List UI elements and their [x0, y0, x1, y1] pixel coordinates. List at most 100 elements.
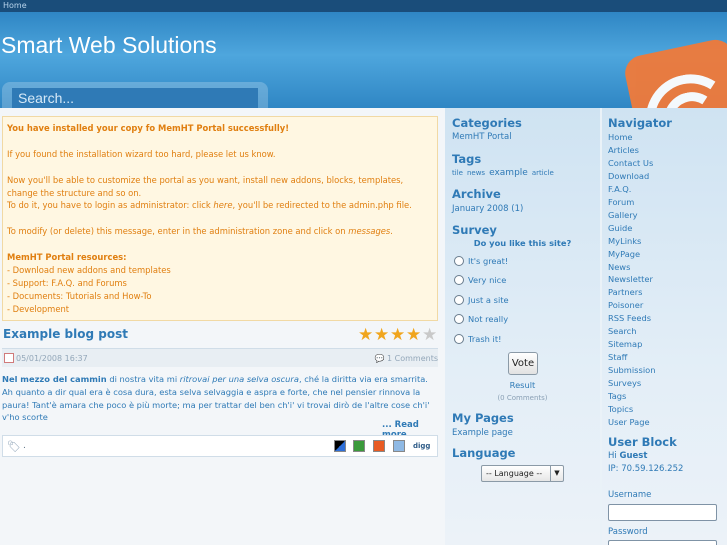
categories-title: Categories	[452, 116, 522, 130]
archive-title: Archive	[452, 187, 501, 201]
tag-list: .	[23, 441, 26, 451]
nav-item-sitemap[interactable]: Sitemap	[608, 338, 655, 351]
navigator-list: Home Articles Contact Us Download F.A.Q.…	[608, 131, 655, 429]
nav-item-user-page[interactable]: User Page	[608, 416, 655, 429]
post-date: 05/01/2008 16:37	[16, 354, 88, 363]
survey-radio[interactable]	[454, 295, 464, 305]
nav-item-submission[interactable]: Submission	[608, 364, 655, 377]
middle-sidebar: Categories MemHT Portal Tags tile news exa…	[445, 108, 600, 545]
tags-title: Tags	[452, 152, 482, 166]
survey-radio[interactable]	[454, 256, 464, 266]
survey-radio[interactable]	[454, 314, 464, 324]
tag-link[interactable]: article	[532, 169, 554, 177]
nav-item-newsletter[interactable]: Newsletter	[608, 273, 655, 286]
site-header: Smart Web Solutions	[0, 12, 727, 108]
nav-item-poisoner[interactable]: Poisoner	[608, 299, 655, 312]
nav-item-surveys[interactable]: Surveys	[608, 377, 655, 390]
nav-item-rss-feeds[interactable]: RSS Feeds	[608, 312, 655, 325]
survey-comments[interactable]: (0 Comments)	[445, 394, 600, 402]
nav-item-contact-us[interactable]: Contact Us	[608, 157, 655, 170]
nav-item-home[interactable]: Home	[608, 131, 655, 144]
star-icon[interactable]: ★	[374, 327, 389, 344]
star-icon[interactable]: ★	[422, 327, 437, 344]
resource-link[interactable]: - Support: F.A.Q. and Forums	[7, 277, 433, 290]
language-selected: -- Language --	[486, 469, 543, 478]
survey-option-label: Not really	[468, 314, 509, 324]
archive-link[interactable]: January 2008 (1)	[452, 204, 523, 214]
mypage-link[interactable]: Example page	[452, 428, 513, 438]
delicious-icon[interactable]	[333, 440, 346, 452]
calendar-icon	[4, 353, 14, 363]
search-input[interactable]	[12, 88, 258, 108]
nav-item-topics[interactable]: Topics	[608, 403, 655, 416]
survey-radio[interactable]	[454, 275, 464, 285]
user-ip: IP: 70.59.126.252	[608, 464, 684, 474]
post-meta: 05/01/2008 16:37 💬 1 Comments	[2, 348, 438, 367]
nav-item-tags[interactable]: Tags	[608, 390, 655, 403]
home-link[interactable]: Home	[0, 1, 27, 10]
nav-item-staff[interactable]: Staff	[608, 351, 655, 364]
post-tags-bar: 🏷 . digg	[2, 435, 438, 457]
password-label: Password	[608, 527, 648, 537]
survey-result-link[interactable]: Result	[445, 380, 600, 390]
share-icon[interactable]	[353, 440, 366, 452]
top-bar: Home	[0, 0, 727, 12]
category-link[interactable]: MemHT Portal	[452, 132, 512, 142]
navigator-title: Navigator	[608, 116, 672, 130]
survey-question: Do you like this site?	[473, 238, 572, 248]
password-field[interactable]	[608, 540, 717, 545]
tag-cloud: tile news example article	[452, 168, 558, 178]
nav-item-forum[interactable]: Forum	[608, 196, 655, 209]
tag-link[interactable]: example	[489, 168, 528, 178]
star-icon[interactable]: ★	[406, 327, 421, 344]
rss-logo-icon	[621, 36, 727, 108]
star-icon[interactable]: ★	[358, 327, 373, 344]
nav-item-search[interactable]: Search	[608, 325, 655, 338]
tag-link[interactable]: tile	[452, 169, 463, 177]
guest-name: Guest	[619, 451, 648, 461]
post-title[interactable]: Example blog post	[3, 327, 128, 341]
nav-item-news[interactable]: News	[608, 261, 655, 274]
install-notice: You have installed your copy fo MemHT Po…	[2, 116, 438, 321]
nav-item-partners[interactable]: Partners	[608, 286, 655, 299]
notice-heading: You have installed your copy fo MemHT Po…	[7, 123, 290, 133]
digg-icon[interactable]: digg	[413, 440, 433, 452]
resource-link[interactable]: - Development	[7, 303, 433, 316]
notice-line: Now you'll be able to customize the port…	[7, 174, 404, 198]
post-body: Nel mezzo del cammin di nostra vita mi r…	[2, 374, 430, 423]
vote-button[interactable]: Vote	[508, 352, 538, 375]
reddit-icon[interactable]	[393, 440, 406, 452]
site-title: Smart Web Solutions	[1, 32, 217, 58]
nav-item-articles[interactable]: Articles	[608, 144, 655, 157]
username-label: Username	[608, 490, 652, 500]
messages-link[interactable]: messages	[348, 226, 390, 236]
social-share: digg	[329, 440, 434, 454]
tag-link[interactable]: news	[467, 169, 485, 177]
right-sidebar: Navigator Home Articles Contact Us Downl…	[602, 108, 727, 545]
nav-item-guide[interactable]: Guide	[608, 222, 655, 235]
survey-option-label: Very nice	[468, 275, 507, 285]
language-select[interactable]: -- Language -- ▼	[481, 465, 564, 482]
notice-line: To modify (or delete) this message, ente…	[7, 226, 393, 237]
star-icon[interactable]: ★	[390, 327, 405, 344]
language-title: Language	[452, 446, 516, 460]
username-field[interactable]	[608, 504, 717, 521]
tag-icon: 🏷	[7, 440, 21, 453]
rating-stars[interactable]: ★ ★ ★ ★ ★	[358, 327, 438, 344]
survey-radio[interactable]	[454, 334, 464, 344]
main-content: You have installed your copy fo MemHT Po…	[0, 108, 445, 545]
resource-link[interactable]: - Download new addons and templates	[7, 264, 433, 277]
nav-item-mypage[interactable]: MyPage	[608, 248, 655, 261]
nav-item-gallery[interactable]: Gallery	[608, 209, 655, 222]
admin-here-link[interactable]: here	[213, 200, 232, 210]
nav-item-faq[interactable]: F.A.Q.	[608, 183, 655, 196]
bookmark-icon[interactable]	[373, 440, 386, 452]
mypages-title: My Pages	[452, 411, 514, 425]
comments-link[interactable]: 💬 1 Comments	[374, 354, 438, 363]
userblock-title: User Block	[608, 435, 677, 449]
comment-icon: 💬	[374, 354, 387, 363]
nav-item-mylinks[interactable]: MyLinks	[608, 235, 655, 248]
resource-link[interactable]: - Documents: Tutorials and How-To	[7, 290, 433, 303]
nav-item-download[interactable]: Download	[608, 170, 655, 183]
resources-heading: MemHT Portal resources:	[7, 252, 127, 263]
